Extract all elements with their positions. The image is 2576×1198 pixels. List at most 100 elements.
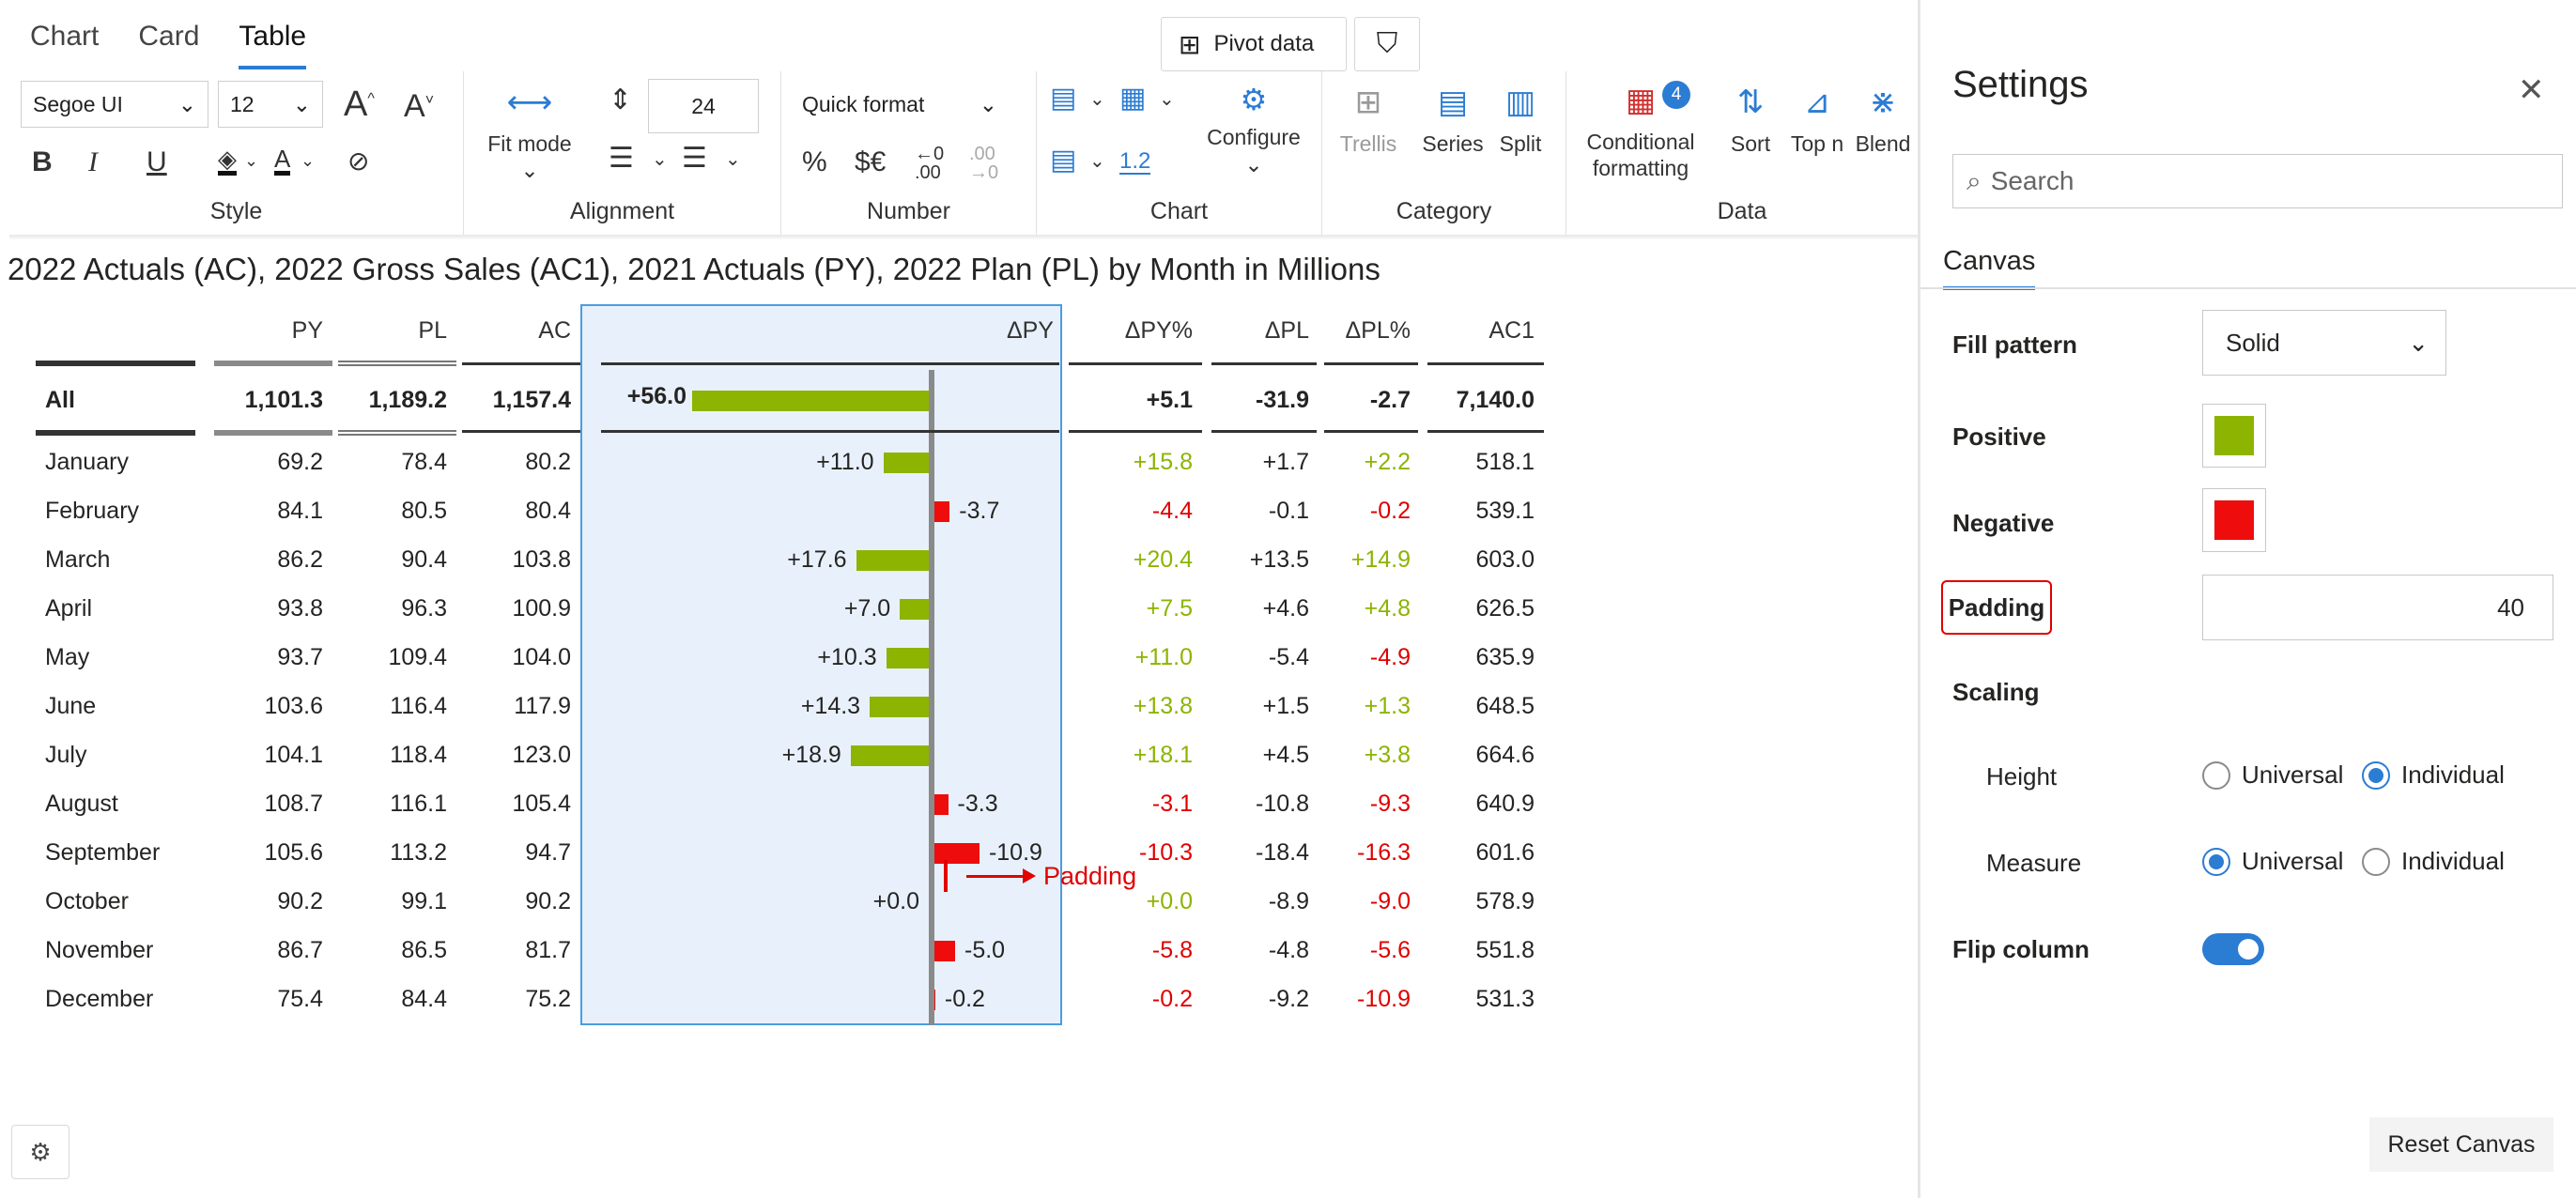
total-rule <box>1211 430 1317 433</box>
fill-pattern-select[interactable]: Solid ⌄ <box>2202 310 2446 376</box>
padding-marker <box>944 860 948 892</box>
currency-icon[interactable]: $€ <box>855 148 886 177</box>
table-cell-ac: 94.7 <box>525 839 571 866</box>
chevron-down-icon[interactable]: ⌄ <box>652 150 668 169</box>
decimals-label[interactable]: 1.2 <box>1119 150 1151 175</box>
tab-canvas[interactable]: Canvas <box>1943 246 2036 290</box>
total-rule <box>601 430 1059 433</box>
fit-mode-button[interactable]: ⟷ Fit mode ⌄ <box>483 83 577 184</box>
hide-icon[interactable]: ⊘ <box>347 148 369 175</box>
font-grow-icon[interactable]: A^ <box>344 86 375 122</box>
negative-color-picker[interactable] <box>2202 488 2266 552</box>
delta-py-label: +18.9 <box>781 742 841 768</box>
padding-label-highlight: Padding <box>1941 580 2052 635</box>
italic-icon[interactable]: I <box>88 148 98 177</box>
series-icon: ▤ <box>1437 84 1469 120</box>
table-cell-ac: 75.2 <box>525 986 571 1012</box>
cf-count-badge: 4 <box>1662 81 1690 109</box>
fill-color-icon[interactable]: ◈ <box>218 146 237 176</box>
column-header-dpy[interactable]: ΔPY <box>903 317 1054 345</box>
table-cell-ac1: 539.1 <box>1475 498 1535 524</box>
reset-canvas-button[interactable]: Reset Canvas <box>2369 1117 2553 1172</box>
height-label: Height <box>1986 762 2058 791</box>
increase-decimals-icon[interactable]: .00 →0 <box>969 145 998 182</box>
table-cell-ac1: 518.1 <box>1475 449 1535 475</box>
padding-value: 40 <box>2497 592 2524 622</box>
chevron-down-icon: ⌄ <box>177 91 196 116</box>
measure-universal-radio[interactable]: Universal <box>2202 847 2343 876</box>
height-individual-radio[interactable]: Individual <box>2362 760 2505 790</box>
series-button[interactable]: ▤ Series <box>1420 83 1486 157</box>
table-cell-ac: 123.0 <box>512 742 571 768</box>
positive-color-picker[interactable] <box>2202 404 2266 468</box>
split-button[interactable]: ▥ Split <box>1488 83 1553 157</box>
blend-button[interactable]: ⋇ Blend <box>1852 83 1914 157</box>
font-shrink-icon[interactable]: A˅ <box>404 90 434 122</box>
filter-button[interactable]: ⛉ <box>1354 17 1420 71</box>
table-cell-ac: 90.2 <box>525 888 571 914</box>
fill-pattern-label: Fill pattern <box>1952 330 2077 359</box>
tab-table[interactable]: Table <box>239 21 307 69</box>
column-header-ac1[interactable]: AC1 <box>1384 317 1535 345</box>
configure-button[interactable]: ⚙ Configure ⌄ <box>1193 81 1315 178</box>
chevron-down-icon: ⌄ <box>520 158 539 183</box>
chevron-down-icon[interactable]: ⌄ <box>1159 90 1175 109</box>
layout-icon[interactable]: ▤ <box>1050 146 1076 175</box>
top-n-button[interactable]: ⊿ Top n <box>1784 83 1850 157</box>
chevron-down-icon[interactable]: ⌄ <box>244 152 258 169</box>
bold-icon[interactable]: B <box>32 148 53 177</box>
waterfall-icon[interactable]: ▦ <box>1119 84 1146 113</box>
delta-py-label: -3.7 <box>959 498 1000 524</box>
font-size-select[interactable]: 12 ⌄ <box>218 81 323 128</box>
trellis-button[interactable]: ⊞ Trellis <box>1335 83 1401 157</box>
tab-chart[interactable]: Chart <box>30 21 99 69</box>
delta-py-label: -5.0 <box>964 937 1006 963</box>
align-center-icon[interactable]: ☰ <box>682 145 707 173</box>
align-left-icon[interactable]: ☰ <box>609 145 634 173</box>
style-group-label: Style <box>209 198 263 224</box>
chevron-down-icon[interactable]: ⌄ <box>301 152 315 169</box>
height-universal-radio[interactable]: Universal <box>2202 760 2343 790</box>
row-height-icon: ⇕ <box>609 84 633 115</box>
padding-input[interactable]: 40 <box>2202 575 2553 640</box>
close-icon[interactable]: ✕ <box>2518 71 2545 109</box>
row-height-value: 24 <box>691 93 716 118</box>
table-cell-ac1: 640.9 <box>1475 791 1535 817</box>
header-rule <box>36 361 195 366</box>
sort-label: Sort <box>1730 131 1771 156</box>
chevron-down-icon[interactable]: ⌄ <box>1089 90 1105 109</box>
font-color-icon[interactable]: A <box>274 146 291 176</box>
quick-format-select[interactable]: Quick format ⌄ <box>791 81 1009 128</box>
ribbon: Segoe UI ⌄ 12 ⌄ A^ A˅ B I U ◈ ⌄ A ⌄ ⊘ St… <box>9 71 1918 235</box>
visual-settings-button[interactable]: ⚙ <box>11 1125 69 1179</box>
chevron-down-icon[interactable]: ⌄ <box>725 150 741 169</box>
row-height-input[interactable]: 24 <box>648 79 759 133</box>
delta-py-bar <box>934 990 935 1010</box>
chevron-down-icon[interactable]: ⌄ <box>1089 152 1105 171</box>
percent-icon[interactable]: % <box>802 148 827 177</box>
total-row-label: All <box>45 387 75 413</box>
pivot-data-button[interactable]: ⊞ Pivot data <box>1161 17 1347 71</box>
measure-individual-radio[interactable]: Individual <box>2362 847 2505 876</box>
settings-title: Settings <box>1952 64 2089 105</box>
flip-column-toggle[interactable] <box>2202 933 2264 965</box>
radio-on-icon <box>2202 847 2230 876</box>
settings-search-input[interactable]: ⌕ Search <box>1952 154 2563 208</box>
chevron-down-icon: ⌄ <box>1244 151 1263 177</box>
conditional-formatting-icon: ▦ <box>1625 83 1657 118</box>
number-group-label: Number <box>867 198 950 224</box>
header-rule <box>1427 362 1544 365</box>
alignment-group: ⟷ Fit mode ⌄ ⇕ 24 ☰ ⌄ ☰ ⌄ Alignment <box>464 71 781 235</box>
chart-settings-icon: ⚙ <box>29 1137 52 1166</box>
view-tabs: Chart Card Table <box>30 21 307 69</box>
positive-color-label: Positive <box>1952 422 2046 451</box>
column-header-ac[interactable]: AC <box>421 317 571 345</box>
total-rule <box>36 430 195 436</box>
bar-chart-icon[interactable]: ▤ <box>1050 84 1076 113</box>
delta-py-bar <box>850 745 929 766</box>
sort-button[interactable]: ⇅ Sort <box>1722 83 1779 157</box>
font-family-select[interactable]: Segoe UI ⌄ <box>21 81 208 128</box>
decrease-decimals-icon[interactable]: ←0.00 <box>915 145 944 182</box>
tab-card[interactable]: Card <box>138 21 199 69</box>
underline-icon[interactable]: U <box>147 148 167 177</box>
